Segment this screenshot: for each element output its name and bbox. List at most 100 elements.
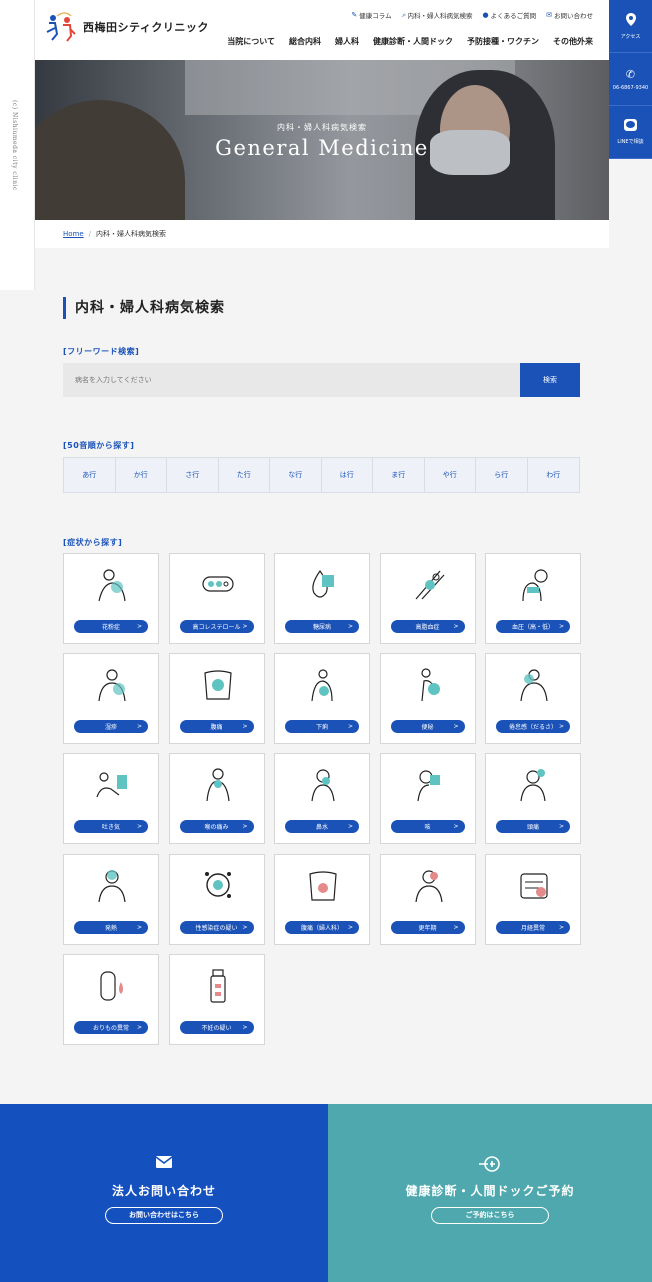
symptom-card-menstrual[interactable]: 月経異常 > <box>485 853 581 945</box>
search-input[interactable] <box>63 363 520 397</box>
symptom-button[interactable]: 月経異常 > <box>496 920 570 934</box>
chevron-right-icon: > <box>136 1023 142 1031</box>
symptom-card-discharge[interactable]: おりもの異常 > <box>63 953 159 1045</box>
symptoms-label: [症状から探す] <box>63 538 123 547</box>
breadcrumb: Home / 内科・婦人科病気検索 <box>35 220 609 248</box>
access-button[interactable]: アクセス <box>609 0 652 53</box>
hero-title: General Medicine <box>215 136 429 160</box>
chevron-right-icon: > <box>347 723 353 731</box>
gojuon-sa[interactable]: さ行 <box>167 458 219 492</box>
discharge-icon <box>100 971 123 1001</box>
symptom-card-abdominal-pain[interactable]: 腹痛 > <box>168 653 265 745</box>
line-button[interactable]: LINEで相談 <box>609 106 652 159</box>
chevron-right-icon: > <box>453 623 459 630</box>
symptom-button[interactable]: 鼻水 > <box>285 820 359 834</box>
breadcrumb-current: 内科・婦人科病気検索 <box>96 230 167 238</box>
line-icon <box>624 119 637 134</box>
checkup-icon <box>328 1156 652 1172</box>
symptom-button[interactable]: 腹痛 > <box>179 720 254 734</box>
symptom-card-hyperlipidemia[interactable]: 高脂血症 > <box>379 553 476 644</box>
util-link-search[interactable]: ⌕ 内科・婦人科病気検索 <box>402 10 473 21</box>
symptom-button[interactable]: 糖尿病 > <box>285 620 359 633</box>
symptom-button[interactable]: 高脂血症 > <box>390 620 465 633</box>
symptom-card-std[interactable]: 性感染症の疑い > <box>168 853 265 945</box>
chevron-right-icon: > <box>558 823 564 831</box>
gojuon-ma[interactable]: ま行 <box>373 458 425 492</box>
symptom-card-constipation[interactable]: 便秘 > <box>379 653 476 745</box>
site-logo[interactable]: 西梅田シティクリニック <box>43 10 209 44</box>
gojuon-wa[interactable]: わ行 <box>528 458 580 492</box>
symptom-card-infertility[interactable]: 不妊の疑い > <box>168 953 265 1045</box>
symptom-button[interactable]: 性感染症の疑い > <box>179 920 254 934</box>
checkup-reservation-section: 健康診断・人間ドックご予約 ご予約はこちら <box>328 1104 652 1282</box>
std-icon <box>204 871 231 898</box>
chevron-right-icon: > <box>136 923 142 931</box>
chevron-right-icon: > <box>242 923 248 931</box>
symptom-button[interactable]: 発熱 > <box>74 920 148 934</box>
gojuon-ha[interactable]: は行 <box>322 458 373 492</box>
cough-icon <box>416 770 440 802</box>
symptom-card-rash[interactable]: 湿疹 > <box>63 653 159 745</box>
symptom-button[interactable]: 咳 > <box>390 820 465 834</box>
search-button[interactable]: 検索 <box>520 363 580 397</box>
symptom-button[interactable]: 腹痛（婦人科） > <box>285 920 359 934</box>
symptom-button[interactable]: 便秘 > <box>390 720 465 734</box>
symptom-button[interactable]: 血圧（高・低） > <box>496 620 570 633</box>
symptom-card-fever[interactable]: 発熱 > <box>63 853 159 945</box>
symptom-card-menopause[interactable]: 更年期 > <box>379 853 476 945</box>
symptom-button[interactable]: 更年期 > <box>390 920 465 934</box>
checkup-reservation-title: 健康診断・人間ドックご予約 <box>405 1184 575 1198</box>
corporate-contact-button[interactable]: お問い合わせはこちら <box>105 1207 223 1224</box>
symptom-button[interactable]: 下痢 > <box>285 720 359 734</box>
symptom-card-fatigue[interactable]: 倦怠感（だるさ） > <box>485 653 581 745</box>
symptom-card-hay-fever[interactable]: 花粉症 > <box>63 553 159 644</box>
util-link-contact[interactable]: ✉ お問い合わせ <box>546 10 593 20</box>
symptom-button[interactable]: 高コレステロール > <box>179 620 254 633</box>
nav-vaccine[interactable]: 予防接種・ワクチン <box>467 36 539 47</box>
main-nav: 当院について 総合内科 婦人科 健康診断・人間ドック 予防接種・ワクチン その他… <box>227 36 593 47</box>
gojuon-ra[interactable]: ら行 <box>476 458 528 492</box>
symptom-card-cholesterol[interactable]: 高コレステロール > <box>168 553 265 644</box>
chevron-right-icon: > <box>453 823 459 831</box>
symptom-button[interactable]: おりもの異常 > <box>74 1020 148 1034</box>
nav-other[interactable]: その他外来 <box>553 36 593 47</box>
gojuon-a[interactable]: あ行 <box>64 458 116 492</box>
symptom-button[interactable]: 花粉症 > <box>74 620 148 633</box>
gojuon-na[interactable]: な行 <box>270 458 322 492</box>
symptom-card-blood-pressure[interactable]: 血圧（高・低） > <box>485 553 581 644</box>
symptom-button[interactable]: 吐き気 > <box>74 820 148 834</box>
diabetes-icon <box>312 569 334 598</box>
breadcrumb-home[interactable]: Home <box>63 230 84 238</box>
gojuon-ka[interactable]: か行 <box>116 458 167 492</box>
symptom-card-diabetes[interactable]: 糖尿病 > <box>274 553 370 644</box>
mail-icon <box>0 1156 328 1172</box>
phone-button[interactable]: ✆ 06-6867-9340 <box>609 53 652 106</box>
gojuon-ya[interactable]: や行 <box>425 458 476 492</box>
symptom-card-cough[interactable]: 咳 > <box>379 753 476 845</box>
symptom-button[interactable]: 湿疹 > <box>74 720 148 734</box>
gojuon-ta[interactable]: た行 <box>219 458 270 492</box>
chevron-right-icon: > <box>558 723 564 731</box>
checkup-reservation-button[interactable]: ご予約はこちら <box>431 1207 549 1224</box>
side-buttons: アクセス ✆ 06-6867-9340 LINEで相談 <box>609 0 652 165</box>
symptom-card-nausea[interactable]: 吐き気 > <box>63 753 159 845</box>
logo-icon <box>43 10 77 44</box>
utility-nav: ✎ 健康コラム ⌕ 内科・婦人科病気検索 ● よくあるご質問 ✉ お問い合わせ <box>351 10 593 21</box>
util-link-column[interactable]: ✎ 健康コラム <box>351 10 391 20</box>
symptom-button[interactable]: 頭痛 > <box>496 820 570 834</box>
nav-about[interactable]: 当院について <box>227 36 275 47</box>
nav-checkup[interactable]: 健康診断・人間ドック <box>373 36 453 47</box>
util-link-faq[interactable]: ● よくあるご質問 <box>483 10 537 20</box>
menstrual-icon <box>520 872 548 899</box>
symptom-button[interactable]: 不妊の疑い > <box>179 1020 254 1034</box>
symptom-card-sore-throat[interactable]: 喉の痛み > <box>168 753 265 845</box>
symptom-button[interactable]: 喉の痛み > <box>179 820 254 834</box>
symptom-card-diarrhea[interactable]: 下痢 > <box>274 653 370 745</box>
nav-gynecology[interactable]: 婦人科 <box>335 36 359 47</box>
symptom-button[interactable]: 倦怠感（だるさ） > <box>496 720 570 734</box>
symptom-card-gyn-abdominal-pain[interactable]: 腹痛（婦人科） > <box>274 853 370 945</box>
gyn-abdominal-pain-icon <box>309 870 337 901</box>
symptom-card-runny-nose[interactable]: 鼻水 > <box>274 753 370 845</box>
symptom-card-headache[interactable]: 頭痛 > <box>485 753 581 845</box>
nav-internal[interactable]: 総合内科 <box>289 36 321 47</box>
